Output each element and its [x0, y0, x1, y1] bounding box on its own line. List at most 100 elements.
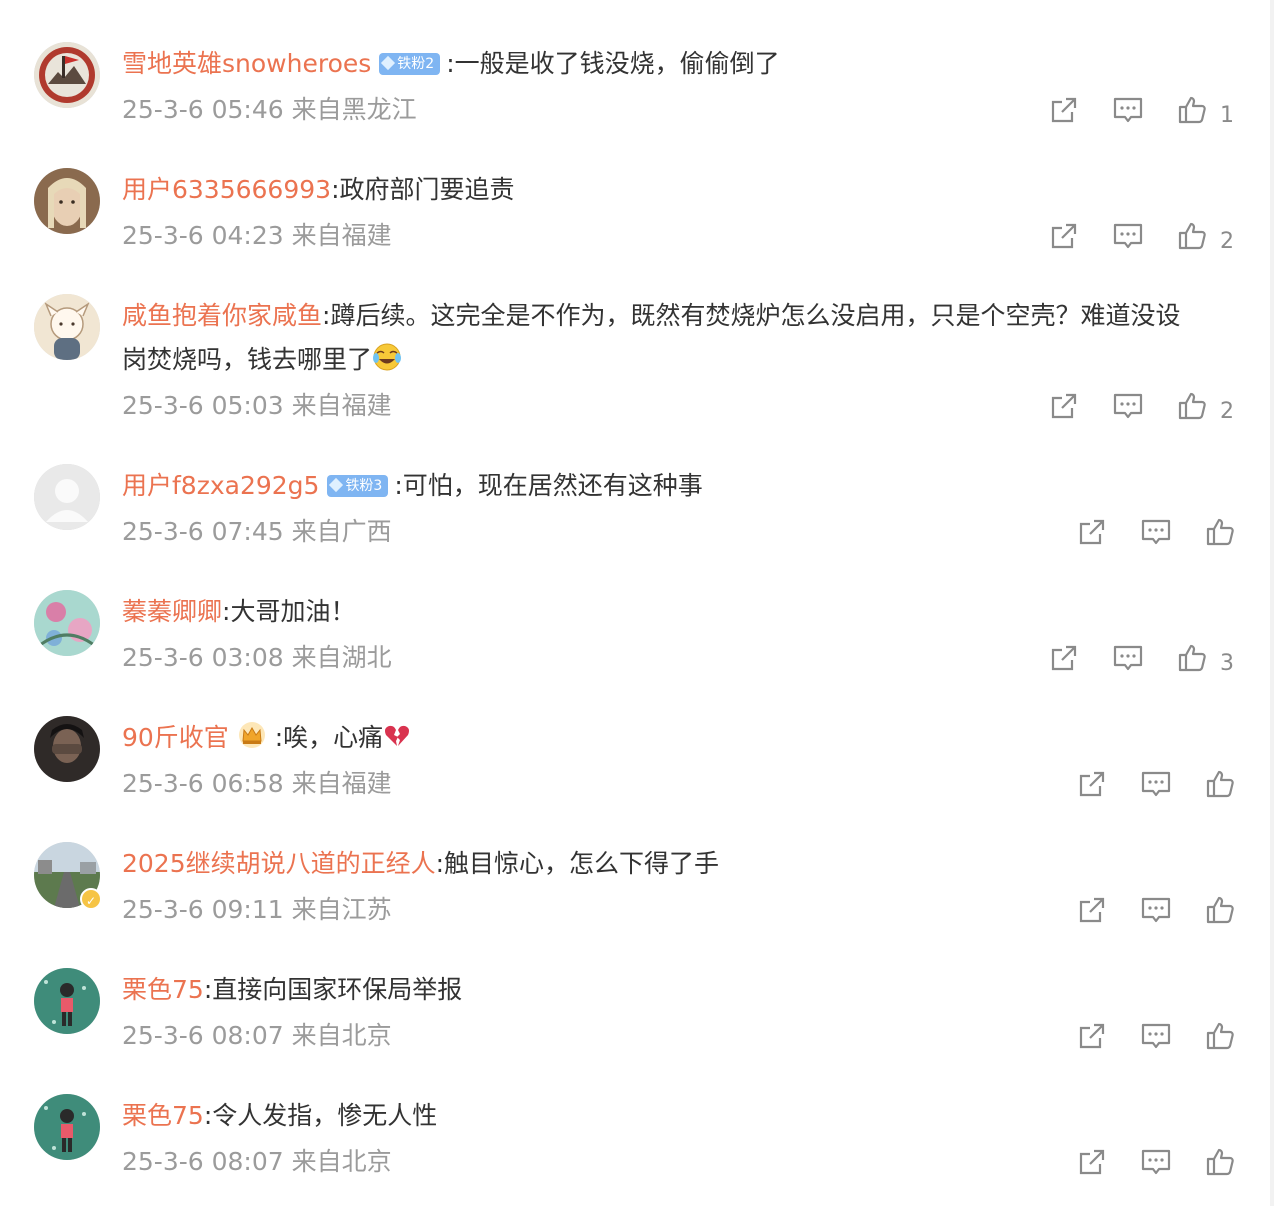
comment-time: 25-3-6 08:07 [122, 1021, 284, 1050]
comment-button[interactable] [1112, 94, 1144, 126]
share-button[interactable] [1076, 1020, 1108, 1052]
comment-location: 来自江苏 [291, 895, 392, 924]
fan-badge[interactable]: 铁粉2 [379, 53, 441, 75]
comment-time: 25-3-6 06:58 [122, 769, 284, 798]
share-icon [1079, 897, 1105, 923]
comment-actions [1076, 1014, 1236, 1058]
share-button[interactable] [1076, 1146, 1108, 1178]
comment-item: 栗色75:令人发指，惨无人性 25-3-6 08:07 来自北京 [0, 1094, 1274, 1220]
comment-meta: 25-3-6 08:07 来自北京 [122, 1014, 392, 1058]
avatar[interactable] [34, 590, 100, 656]
thumbs-up-icon [1178, 392, 1206, 420]
comment-meta: 25-3-6 05:46 来自黑龙江 [122, 88, 417, 132]
comment-item: 蓁蓁卿卿:大哥加油！ 25-3-6 03:08 来自湖北 3 [0, 590, 1274, 716]
like-button[interactable] [1204, 768, 1236, 800]
comment-text-line: 蓁蓁卿卿:大哥加油！ [122, 590, 1234, 634]
comment-time: 25-3-6 05:03 [122, 391, 284, 420]
comment-actions [1076, 510, 1236, 554]
comment-text: :直接向国家环保局举报 [203, 975, 463, 1004]
comment-item: 用户6335666993:政府部门要追责 25-3-6 04:23 来自福建 2 [0, 168, 1274, 294]
like-button[interactable]: 3 [1176, 642, 1234, 676]
comment-item: 雪地英雄snowheroes 铁粉2:一般是收了钱没烧，偷偷倒了 25-3-6 0… [0, 42, 1274, 168]
share-button[interactable] [1048, 642, 1080, 674]
comment-button[interactable] [1112, 642, 1144, 674]
comment-time: 25-3-6 03:08 [122, 643, 284, 672]
comment-time: 25-3-6 05:46 [122, 95, 284, 124]
share-button[interactable] [1076, 768, 1108, 800]
username-link[interactable]: 栗色75 [122, 975, 204, 1004]
broken-heart-emoji-icon [383, 720, 411, 764]
crying-laughing-emoji-icon [372, 342, 402, 386]
comment-button[interactable] [1140, 516, 1172, 548]
share-button[interactable] [1076, 516, 1108, 548]
comment-text-line: 岗焚烧吗，钱去哪里了 [122, 338, 1234, 386]
share-icon [1079, 771, 1105, 797]
comment-time: 25-3-6 07:45 [122, 517, 284, 546]
like-button[interactable] [1204, 1146, 1236, 1178]
diamond-icon [381, 55, 396, 71]
avatar[interactable] [34, 464, 100, 530]
comment-button[interactable] [1112, 220, 1144, 252]
share-button[interactable] [1048, 220, 1080, 252]
comment-meta: 25-3-6 04:23 来自福建 [122, 214, 392, 258]
comment-text-continued: 岗焚烧吗，钱去哪里了 [122, 345, 373, 374]
comment-icon [1141, 771, 1171, 797]
comment-time: 25-3-6 04:23 [122, 221, 284, 250]
like-button[interactable] [1204, 1020, 1236, 1052]
comment-actions [1076, 762, 1236, 806]
comment-time: 25-3-6 08:07 [122, 1147, 284, 1176]
comment-button[interactable] [1112, 390, 1144, 422]
fan-badge[interactable]: 铁粉3 [327, 475, 389, 497]
username-link[interactable]: 咸鱼抱着你家咸鱼 [122, 301, 322, 330]
comment-meta: 25-3-6 07:45 来自广西 [122, 510, 392, 554]
like-button[interactable] [1204, 894, 1236, 926]
username-link[interactable]: 雪地英雄snowheroes [122, 49, 371, 78]
username-link[interactable]: 用户6335666993 [122, 175, 331, 204]
share-icon [1079, 1023, 1105, 1049]
comment-location: 来自广西 [291, 517, 392, 546]
like-button[interactable] [1204, 516, 1236, 548]
avatar[interactable] [34, 294, 100, 360]
thumbs-up-icon [1206, 896, 1234, 924]
avatar[interactable] [34, 168, 100, 234]
share-icon [1051, 645, 1077, 671]
comment-text-line: 雪地英雄snowheroes 铁粉2:一般是收了钱没烧，偷偷倒了 [122, 42, 1234, 86]
comment-actions [1076, 888, 1236, 932]
avatar[interactable] [34, 42, 100, 108]
share-button[interactable] [1076, 894, 1108, 926]
comment-text: :唉，心痛 [274, 723, 384, 752]
comment-meta: 25-3-6 09:11 来自江苏 [122, 888, 392, 932]
avatar[interactable] [34, 968, 100, 1034]
comment-time: 25-3-6 09:11 [122, 895, 284, 924]
comment-button[interactable] [1140, 1146, 1172, 1178]
like-button[interactable]: 1 [1176, 94, 1234, 128]
like-count: 2 [1220, 229, 1234, 254]
comment-button[interactable] [1140, 894, 1172, 926]
like-button[interactable]: 2 [1176, 390, 1234, 424]
comment-text: :可怕，现在居然还有这种事 [394, 471, 703, 500]
comment-icon [1113, 645, 1143, 671]
fan-badge-label: 铁粉3 [345, 478, 383, 494]
comment-button[interactable] [1140, 768, 1172, 800]
comment-text: :政府部门要追责 [331, 175, 515, 204]
avatar[interactable] [34, 716, 100, 782]
share-button[interactable] [1048, 390, 1080, 422]
username-link[interactable]: 蓁蓁卿卿 [122, 597, 222, 626]
comment-text: :一般是收了钱没烧，偷偷倒了 [446, 49, 780, 78]
like-count: 2 [1220, 399, 1234, 424]
crown-icon[interactable] [237, 720, 267, 764]
comment-button[interactable] [1140, 1020, 1172, 1052]
avatar[interactable]: ✓ [34, 842, 102, 910]
share-button[interactable] [1048, 94, 1080, 126]
like-button[interactable]: 2 [1176, 220, 1234, 254]
avatar[interactable] [34, 1094, 100, 1160]
comment-location: 来自福建 [291, 391, 392, 420]
username-link[interactable]: 2025继续胡说八道的正经人 [122, 849, 436, 878]
diamond-icon [329, 477, 344, 493]
comment-icon [1113, 97, 1143, 123]
comment-item: 用户f8zxa292g5 铁粉3 :可怕，现在居然还有这种事 25-3-6 07:4… [0, 464, 1274, 590]
username-link[interactable]: 用户f8zxa292g5 [122, 471, 319, 500]
username-link[interactable]: 栗色75 [122, 1101, 204, 1130]
comment-text-line: 用户f8zxa292g5 铁粉3 :可怕，现在居然还有这种事 [122, 464, 1234, 508]
username-link[interactable]: 90斤收官 [122, 723, 229, 752]
